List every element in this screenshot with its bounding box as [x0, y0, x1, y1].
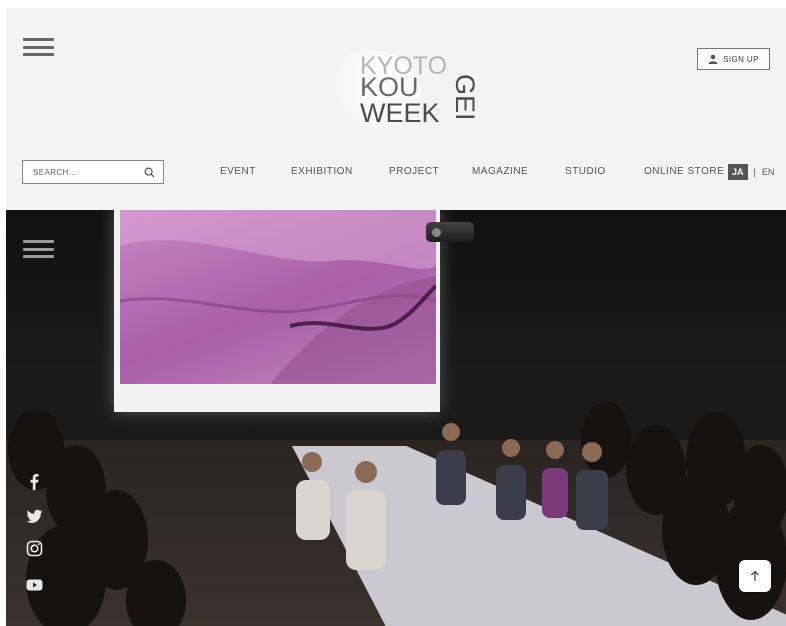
site-logo[interactable]: KYOTO KOU WEEK GEI: [320, 50, 480, 140]
sign-up-button[interactable]: SIGN UP: [697, 48, 770, 70]
language-switcher: JA | EN: [728, 163, 774, 181]
site-header: KYOTO KOU WEEK GEI SIGN UP EVENT EXHIBIT…: [6, 8, 786, 210]
lang-en[interactable]: EN: [762, 167, 775, 177]
projector: [426, 222, 474, 242]
hero-menu-hamburger-icon[interactable]: [23, 240, 54, 258]
arrow-up-icon: [751, 570, 759, 581]
lang-separator: |: [753, 167, 756, 177]
nav-exhibition[interactable]: EXHIBITION: [291, 166, 353, 177]
facebook-icon[interactable]: [26, 473, 43, 490]
hero-image: [6, 210, 786, 626]
logo-kou: KOU: [360, 72, 419, 102]
nav-event[interactable]: EVENT: [220, 166, 256, 177]
youtube-icon[interactable]: [26, 576, 43, 593]
logo-gei: GEI: [450, 74, 480, 121]
back-to-top-button[interactable]: [739, 560, 771, 592]
nav-studio[interactable]: STUDIO: [565, 166, 606, 177]
nav-project[interactable]: PROJECT: [389, 166, 439, 177]
audience-silhouettes: [8, 402, 786, 626]
user-icon: [708, 54, 718, 64]
menu-hamburger-icon[interactable]: [23, 38, 54, 56]
search-input[interactable]: [31, 166, 144, 178]
search-box[interactable]: [22, 160, 164, 184]
sign-up-label: SIGN UP: [723, 54, 759, 64]
instagram-icon[interactable]: [26, 540, 43, 557]
logo-week: WEEK: [360, 98, 440, 128]
nav-magazine[interactable]: MAGAZINE: [472, 166, 528, 177]
search-icon[interactable]: [144, 167, 155, 178]
nav-online-store[interactable]: ONLINE STORE: [644, 166, 724, 177]
twitter-icon[interactable]: [26, 508, 43, 525]
lang-ja[interactable]: JA: [728, 164, 748, 180]
screen-photo: [120, 210, 436, 384]
